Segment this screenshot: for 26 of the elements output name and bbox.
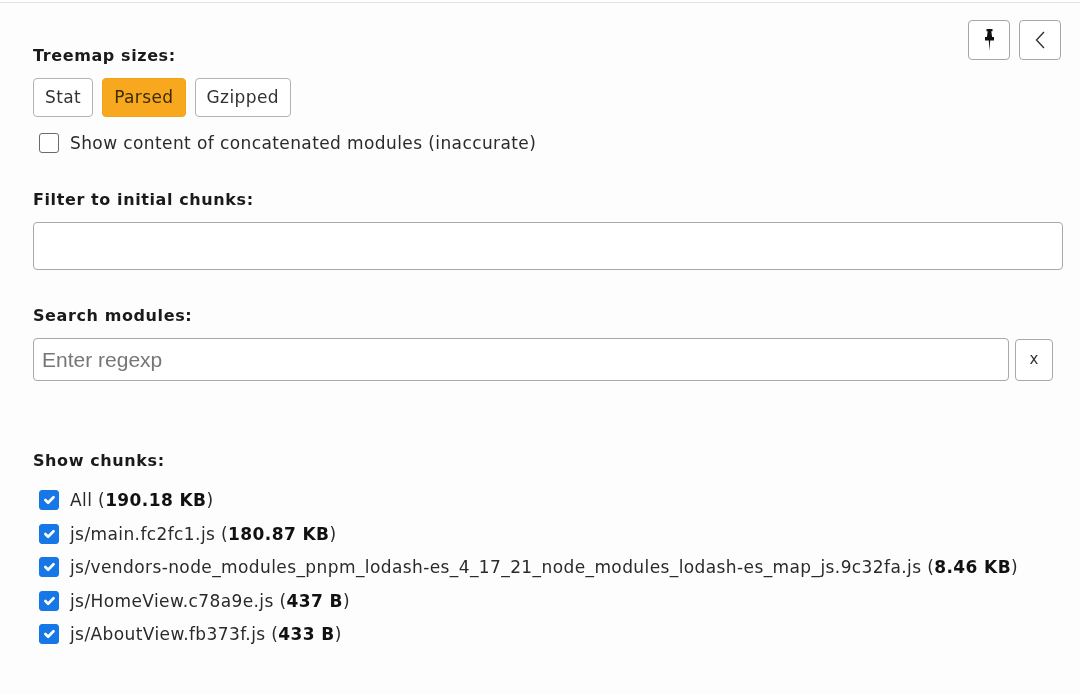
checkbox[interactable]	[39, 523, 59, 544]
pin-button[interactable]	[968, 20, 1010, 60]
checkbox[interactable]	[39, 490, 59, 510]
chunk-label: js/HomeView.c78a9e.js (437 B)	[70, 589, 350, 613]
chevron-left-icon	[1035, 31, 1045, 49]
checkbox[interactable]	[39, 590, 59, 611]
search-field[interactable]: Enter regexp	[33, 338, 1009, 381]
chunk-label: All (190.18 KB)	[70, 489, 214, 512]
clear-button[interactable]: x	[1015, 338, 1053, 381]
collapse-button[interactable]	[1019, 20, 1061, 60]
section-title: Search modules:	[33, 306, 194, 325]
section-title: Treemap sizes:	[33, 46, 177, 65]
section-title: Filter to initial chunks:	[33, 190, 255, 209]
chunk-label: js/main.fc2fc1.js (180.87 KB)	[70, 522, 337, 546]
checkbox[interactable]	[39, 557, 59, 577]
size-mode-button[interactable]: Gzipped	[194, 78, 291, 117]
chunk-label: js/vendors-node_modules_pnpm_lodash-es_4_17_21_node_modules_lodash-es_map_js.9c32fa.js (8.46 KB)	[70, 556, 1019, 579]
checkbox[interactable]	[39, 624, 59, 644]
pin-icon	[983, 29, 995, 51]
filter-field[interactable]	[33, 222, 1063, 270]
checkbox[interactable]	[39, 133, 59, 153]
chunk-label: js/AboutView.fb373f.js (433 B)	[70, 623, 342, 646]
size-mode-button[interactable]: Parsed	[102, 78, 186, 117]
section-title: Show chunks:	[33, 451, 166, 470]
size-mode-button[interactable]: Stat	[33, 78, 94, 117]
checkbox-label: Show content of concatenated modules (inaccurate)	[70, 132, 537, 154]
